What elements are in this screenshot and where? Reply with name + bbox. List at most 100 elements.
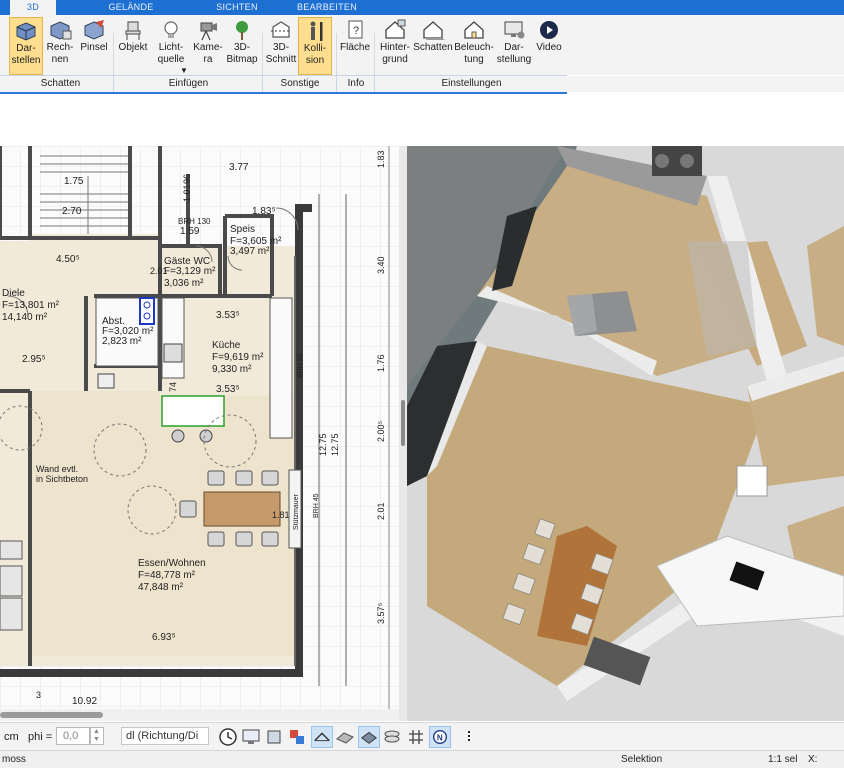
house-light-icon	[464, 21, 484, 39]
dim-1275a: 12.75	[318, 433, 328, 456]
room-kueche-name: Küche	[212, 340, 241, 351]
phi-label: phi =	[28, 731, 53, 743]
scrollbar-thumb[interactable]	[0, 712, 103, 718]
info-sheet-icon: ?	[348, 20, 363, 39]
floor-plan-view[interactable]: 3.77 1.75 2.70 BRH 130 1.59 1.83⁵ 4.50⁵ …	[0, 146, 399, 709]
object-settings-icon[interactable]	[263, 726, 285, 748]
3d-rendering	[407, 146, 844, 721]
dim-96: 96	[182, 174, 192, 184]
status-scale: 1:1 sel	[768, 754, 798, 765]
dim-1275b: 12.75	[330, 433, 340, 456]
status-left: moss	[2, 754, 26, 765]
room-diele-area: F=13,801 m²	[2, 300, 60, 311]
label-brh45: BRH 45	[313, 493, 320, 518]
schnitt-button[interactable]: 3D- Schnitt	[265, 17, 297, 75]
flaeche-label: Fläche	[339, 42, 370, 53]
tab-bearbeiten[interactable]: BEARBEITEN	[290, 0, 364, 15]
room-gaestewc-area2: 3,036 m²	[164, 278, 204, 289]
floor-plan-drawing: 3.77 1.75 2.70 BRH 130 1.59 1.83⁵ 4.50⁵ …	[0, 146, 399, 709]
kollision-label: Kolli- sion	[303, 43, 327, 66]
brush-icon	[84, 20, 104, 40]
objekt-label: Objekt	[118, 42, 148, 53]
room-speis-name: Speis	[230, 224, 255, 235]
mode-dropdown[interactable]: dl (Richtung/Di	[121, 727, 209, 745]
tree-icon	[236, 21, 248, 40]
unit-label: cm	[4, 731, 19, 743]
wireframe-icon[interactable]	[311, 726, 333, 748]
dim-183: 1.83⁵	[252, 206, 276, 217]
room-speis-area2: 3,497 m²	[230, 246, 270, 257]
dim-3: 3	[36, 690, 41, 700]
label-brh130: BRH 130	[178, 217, 211, 226]
rail-200: 2.00⁵	[376, 420, 386, 442]
light-bulb-icon	[164, 21, 178, 38]
pinsel-button[interactable]: Pinsel	[77, 17, 111, 75]
shaded-view-icon[interactable]	[358, 726, 380, 748]
flaeche-button[interactable]: ? Fläche	[339, 17, 371, 75]
dim-693: 6.93⁵	[152, 632, 176, 643]
phi-input[interactable]: 0,0	[56, 727, 90, 745]
phi-stepper[interactable]: ▲ ▼	[90, 727, 104, 745]
bitmap-button[interactable]: 3D- Bitmap	[225, 17, 259, 75]
room-kueche-area2: 9,330 m²	[212, 364, 252, 375]
more-options-icon[interactable]	[458, 726, 480, 748]
svg-text:N: N	[437, 734, 443, 743]
dim-270: 2.70	[62, 206, 82, 217]
layers-color-icon[interactable]	[286, 726, 308, 748]
svg-text:?: ?	[353, 25, 359, 37]
kollision-button[interactable]: Kolli- sion	[298, 17, 332, 75]
kamera-button[interactable]: Kame- ra	[192, 17, 224, 75]
lichtquelle-label: Licht- quelle	[157, 42, 185, 65]
group-einstellungen: Einstellungen	[374, 76, 568, 92]
dim-175: 1.75	[64, 176, 84, 187]
splitter-grip-icon[interactable]	[401, 400, 405, 446]
3d-view[interactable]	[407, 146, 844, 721]
monitor-settings-icon	[504, 21, 525, 39]
camera-icon	[200, 22, 217, 41]
objekt-button[interactable]: Objekt	[116, 17, 150, 75]
schatten-button[interactable]: Schatten	[413, 17, 453, 75]
pinsel-label: Pinsel	[80, 42, 108, 53]
dim-1092: 10.92	[72, 696, 97, 707]
room-abst-area2: 2,823 m²	[102, 336, 142, 347]
lichtquelle-button[interactable]: Licht- quelle ▼	[153, 17, 189, 75]
darstellen-button[interactable]: Dar- stellen	[9, 17, 43, 75]
schnitt-label: 3D- Schnitt	[265, 42, 297, 65]
schatten-label: Schatten	[413, 42, 453, 53]
cube-calc-icon	[50, 21, 72, 40]
label-stuetzmauer: Stützmauer	[293, 494, 300, 530]
group-info: Info	[336, 76, 375, 92]
dim-450: 4.50⁵	[56, 254, 80, 265]
darstellen-label: Dar- stellen	[11, 43, 41, 66]
dim-377: 3.77	[229, 162, 249, 173]
plan-horizontal-scrollbar[interactable]	[0, 709, 399, 721]
grid-icon[interactable]	[405, 726, 427, 748]
rail-201: 2.01	[376, 502, 386, 520]
video-button[interactable]: Video	[533, 17, 565, 75]
monitor-icon[interactable]	[240, 726, 262, 748]
tab-gelaende[interactable]: GELÄNDE	[100, 0, 162, 15]
clock-icon[interactable]	[217, 726, 239, 748]
label-brh92: BRH 92	[297, 353, 304, 378]
ribbon-tabbar: 3D GELÄNDE SICHTEN BEARBEITEN	[0, 0, 844, 15]
tab-3d[interactable]: 3D	[10, 0, 56, 15]
play-icon	[540, 21, 558, 39]
beleuchtung-button[interactable]: Beleuch- tung	[454, 17, 494, 75]
north-icon[interactable]: N	[429, 726, 451, 748]
video-label: Video	[536, 42, 562, 53]
textured-view-icon[interactable]	[334, 726, 356, 748]
rechnen-button[interactable]: Rech- nen	[45, 17, 75, 75]
dim-101: 1.01	[182, 184, 192, 202]
chair-icon	[125, 21, 141, 40]
dim-353a: 3.53⁵	[216, 310, 240, 321]
view-splitter[interactable]	[399, 146, 407, 721]
hintergrund-button[interactable]: Hinter- grund	[377, 17, 413, 75]
group-sonstige: Sonstige	[262, 76, 337, 92]
room-kueche-area: F=9,619 m²	[212, 352, 264, 363]
note-line2: in Sichtbeton	[36, 474, 88, 484]
bitmap-label: 3D- Bitmap	[226, 42, 258, 65]
darstellung-button[interactable]: Dar- stellung	[495, 17, 533, 75]
tab-sichten[interactable]: SICHTEN	[204, 0, 270, 15]
rail-340: 3.40	[376, 256, 386, 274]
stack-icon[interactable]	[381, 726, 403, 748]
